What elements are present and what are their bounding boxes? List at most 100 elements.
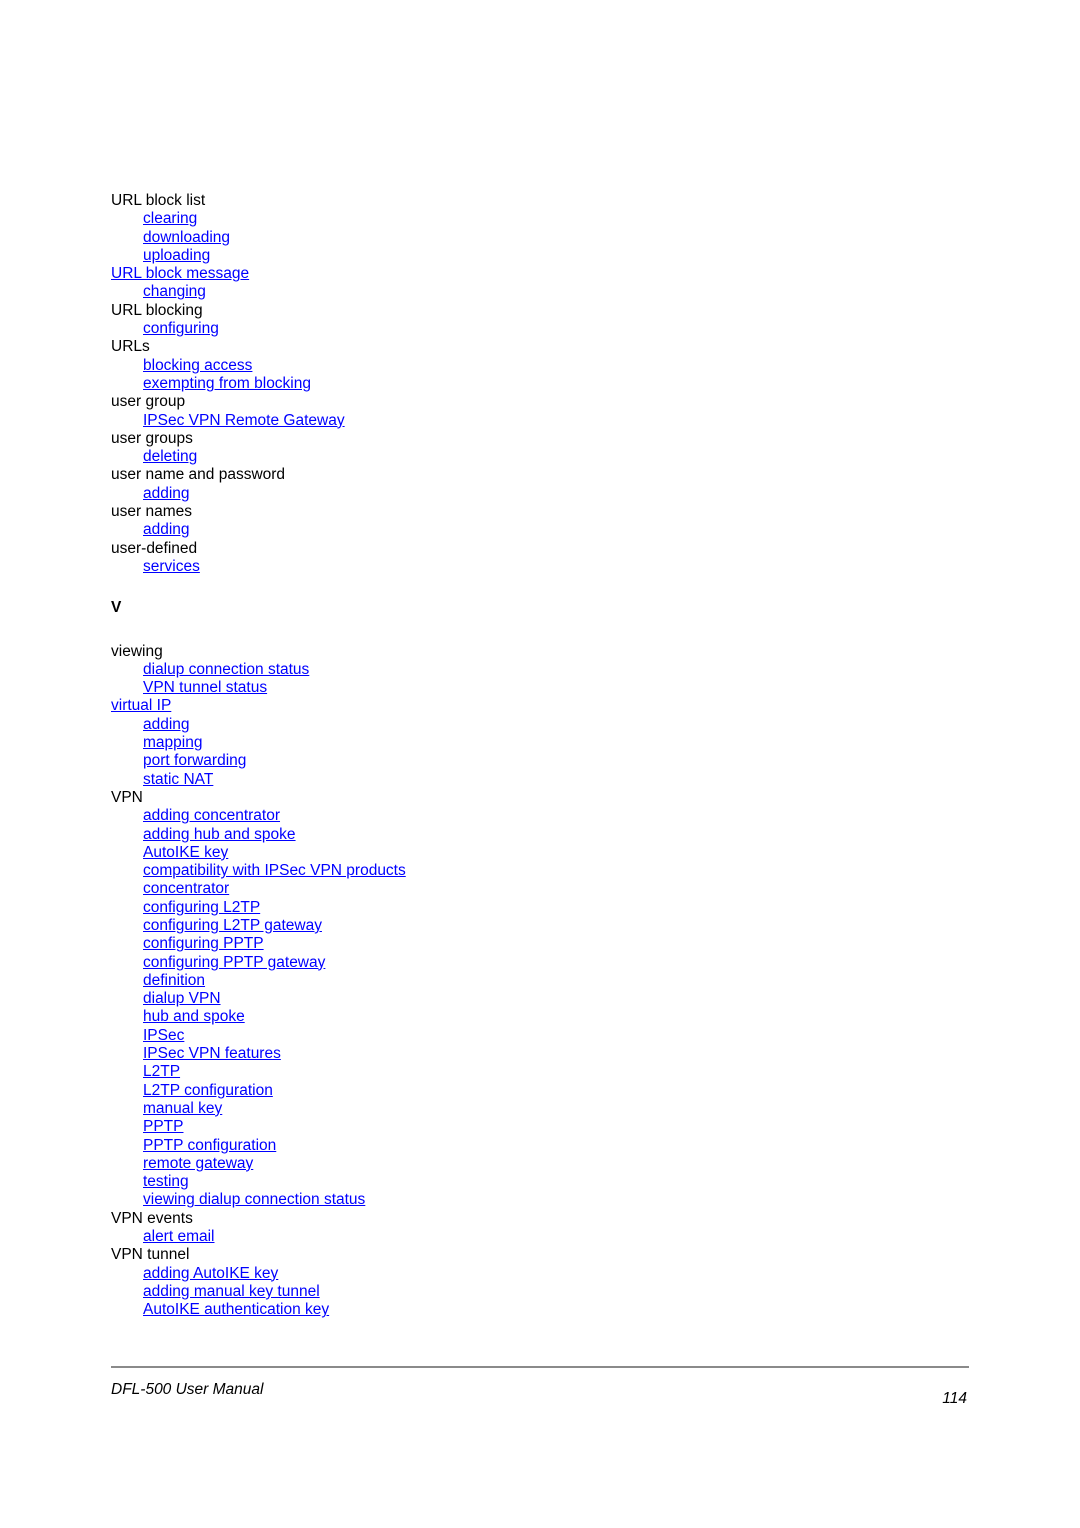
index-term: user names (111, 503, 192, 521)
index-link[interactable]: virtual IP (111, 697, 171, 714)
index-link[interactable]: configuring L2TP gateway (143, 917, 322, 934)
footer-divider (111, 1366, 969, 1368)
index-link[interactable]: exempting from blocking (143, 375, 311, 392)
index-entry: user-defined (111, 540, 711, 558)
index-letter-heading: V (111, 599, 122, 617)
index-subentry: adding (111, 485, 711, 503)
index-link[interactable]: configuring (143, 320, 219, 337)
index-link[interactable]: IPSec (143, 1027, 184, 1044)
index-link[interactable]: dialup connection status (143, 661, 309, 678)
index-subentry: IPSec VPN features (111, 1045, 711, 1063)
index-term: user groups (111, 429, 193, 447)
index-group-v: viewing dialup connection status VPN tunne… (111, 643, 711, 1320)
index-link[interactable]: concentrator (143, 880, 229, 897)
index-link[interactable]: adding (143, 521, 190, 538)
index-link[interactable]: IPSec VPN features (143, 1045, 281, 1062)
index-subentry: clearing (111, 210, 711, 228)
index-link[interactable]: configuring L2TP (143, 899, 260, 916)
index-link[interactable]: compatibility with IPSec VPN products (143, 862, 406, 879)
index-link[interactable]: AutoIKE authentication key (143, 1301, 329, 1318)
index-link[interactable]: adding (143, 716, 190, 733)
index-subentry: remote gateway (111, 1155, 711, 1173)
index-link[interactable]: viewing dialup connection status (143, 1191, 365, 1208)
index-link[interactable]: PPTP configuration (143, 1137, 276, 1154)
index-subentry: PPTP configuration (111, 1137, 711, 1155)
index-subentry: configuring L2TP gateway (111, 917, 711, 935)
index-link[interactable]: IPSec VPN Remote Gateway (143, 412, 345, 429)
index-subentry: definition (111, 972, 711, 990)
index-link[interactable]: AutoIKE key (143, 844, 228, 861)
index-link[interactable]: remote gateway (143, 1155, 253, 1172)
index-term: VPN (111, 788, 143, 806)
index-subentry: adding hub and spoke (111, 826, 711, 844)
index-link[interactable]: L2TP configuration (143, 1082, 273, 1099)
index-subentry: L2TP configuration (111, 1082, 711, 1100)
index-link[interactable]: adding manual key tunnel (143, 1283, 320, 1300)
index-term: VPN tunnel (111, 1246, 190, 1264)
footer-page-number: 114 (942, 1390, 967, 1407)
index-subentry: dialup VPN (111, 990, 711, 1008)
index-link[interactable]: VPN tunnel status (143, 679, 267, 696)
index-link[interactable]: blocking access (143, 357, 252, 374)
index-subentry: IPSec VPN Remote Gateway (111, 412, 711, 430)
index-subentry: PPTP (111, 1118, 711, 1136)
index-link[interactable]: dialup VPN (143, 990, 221, 1007)
index-term: URLs (111, 338, 150, 356)
index-link[interactable]: adding (143, 485, 190, 502)
index-term: user-defined (111, 539, 198, 557)
index-link[interactable]: services (143, 558, 200, 575)
index-term: URL block list (111, 192, 206, 209)
index-link[interactable]: port forwarding (143, 752, 246, 769)
index-subentry: AutoIKE authentication key (111, 1301, 711, 1319)
index-subentry: adding manual key tunnel (111, 1283, 711, 1301)
index-subentry: adding concentrator (111, 807, 711, 825)
index-link[interactable]: deleting (143, 448, 197, 465)
index-link[interactable]: configuring PPTP gateway (143, 954, 325, 971)
index-entry: user group (111, 393, 711, 411)
index-link[interactable]: clearing (143, 210, 197, 227)
index-link[interactable]: definition (143, 972, 205, 989)
index-subentry: configuring (111, 320, 711, 338)
index-link[interactable]: manual key (143, 1100, 222, 1117)
index-link[interactable]: mapping (143, 734, 202, 751)
index-link[interactable]: L2TP (143, 1063, 180, 1080)
index-link[interactable]: adding AutoIKE key (143, 1265, 278, 1282)
index-subentry: hub and spoke (111, 1008, 711, 1026)
index-link[interactable]: adding concentrator (143, 807, 280, 824)
index-link[interactable]: uploading (143, 247, 210, 264)
index-subentry: configuring PPTP (111, 935, 711, 953)
index-link[interactable]: PPTP (143, 1118, 183, 1135)
index-subentry: services (111, 558, 711, 576)
index-entry: URLs (111, 338, 711, 356)
index-subentry: alert email (111, 1228, 711, 1246)
index-term: URL blocking (111, 301, 203, 319)
index-link[interactable]: testing (143, 1173, 189, 1190)
index-group-u: URL block list clearing downloading uploadi… (111, 192, 711, 576)
index-subentry: static NAT (111, 771, 711, 789)
index-subentry: adding (111, 716, 711, 734)
index-link[interactable]: URL block message (111, 265, 249, 282)
index-link[interactable]: configuring PPTP (143, 935, 264, 952)
index-link[interactable]: alert email (143, 1228, 215, 1245)
index-link[interactable]: static NAT (143, 771, 213, 788)
index-subentry: port forwarding (111, 752, 711, 770)
index-entry: VPN tunnel (111, 1246, 711, 1264)
index-subentry: blocking access (111, 357, 711, 375)
index-subentry: concentrator (111, 880, 711, 898)
index-subentry: AutoIKE key (111, 844, 711, 862)
index-link[interactable]: changing (143, 283, 206, 300)
index-subentry: uploading (111, 247, 711, 265)
index-subentry: deleting (111, 448, 711, 466)
index-subentry: viewing dialup connection status (111, 1191, 711, 1209)
index-subentry: testing (111, 1173, 711, 1191)
index-entry: user groups (111, 430, 711, 448)
index-subentry: dialup connection status (111, 661, 711, 679)
index-term: user name and password (111, 466, 286, 484)
index-entry: VPN events (111, 1210, 711, 1228)
index-entry: URL block list (111, 192, 711, 210)
index-link[interactable]: adding hub and spoke (143, 826, 296, 843)
index-link[interactable]: downloading (143, 229, 230, 246)
index-entry: URL blocking (111, 302, 711, 320)
index-entry: virtual IP (111, 697, 711, 715)
index-link[interactable]: hub and spoke (143, 1008, 245, 1025)
